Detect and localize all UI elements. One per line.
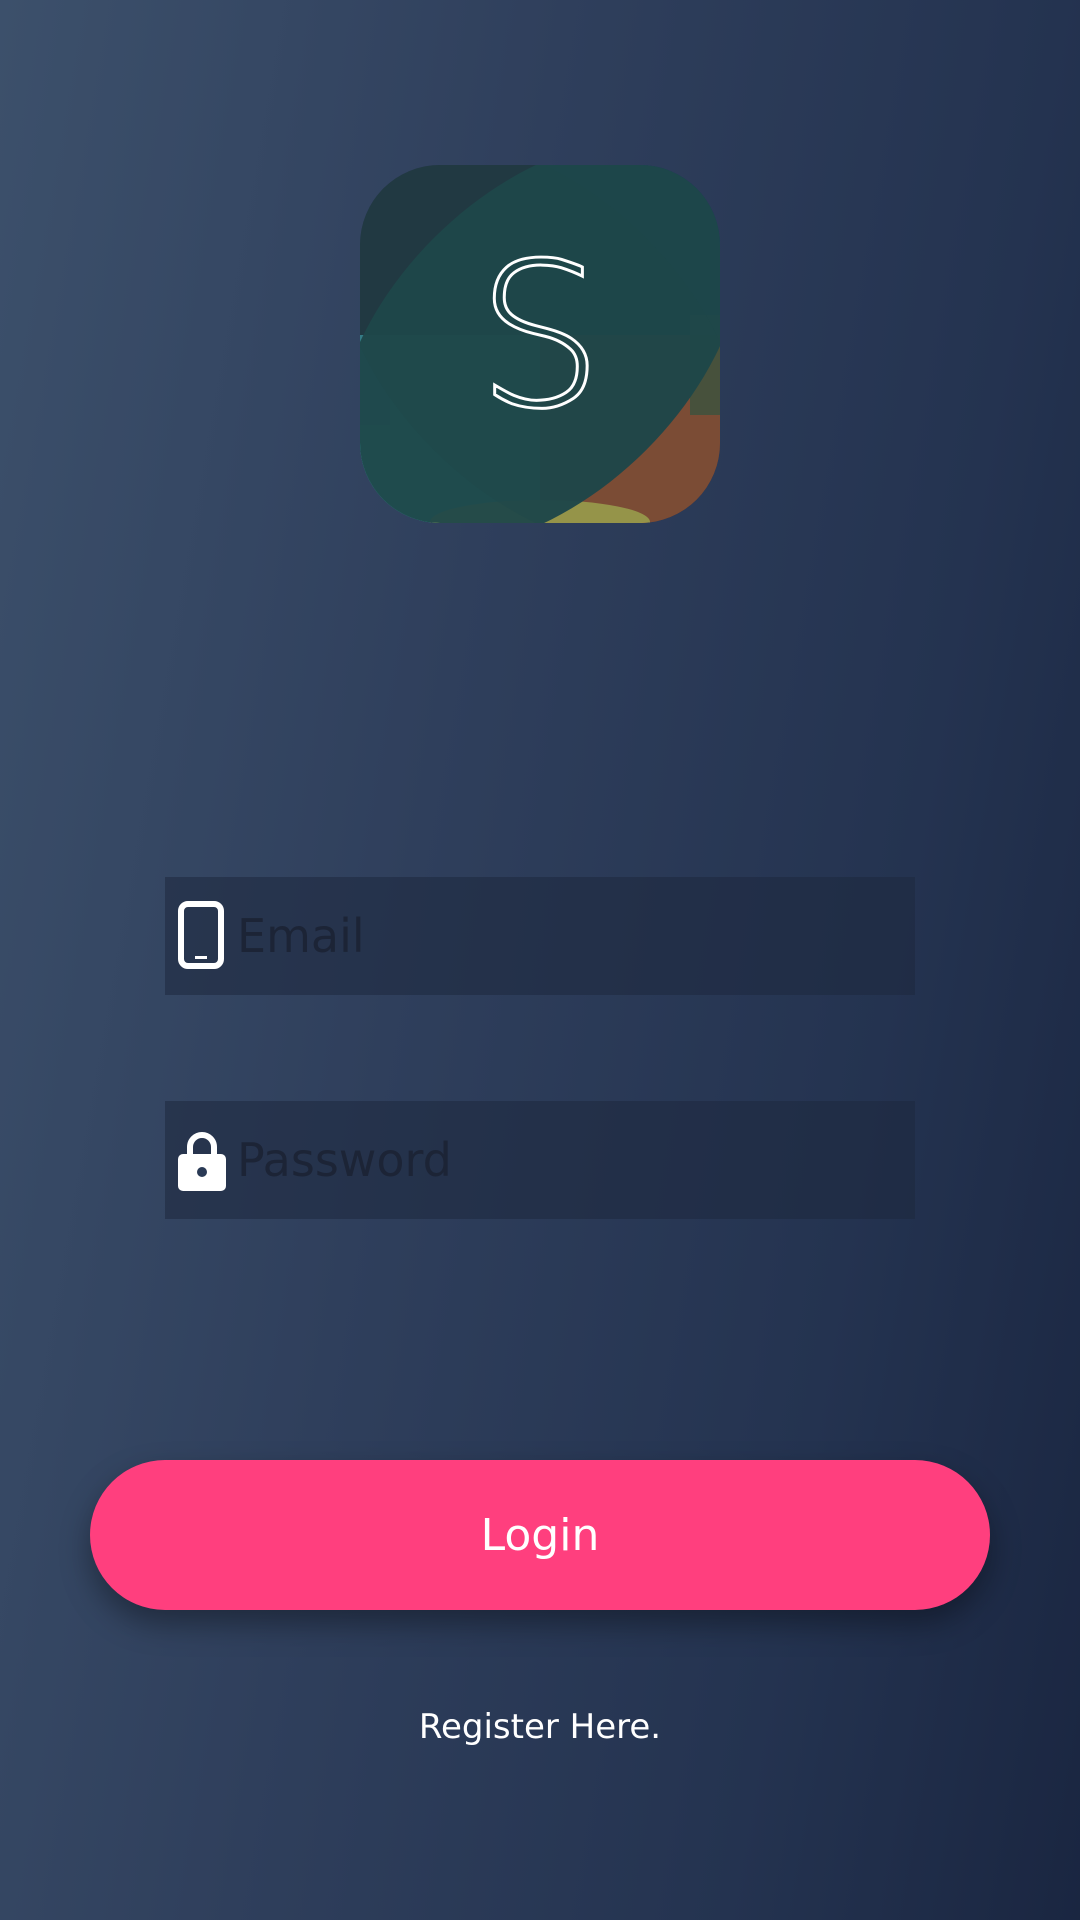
lock-icon bbox=[178, 1132, 226, 1191]
login-button[interactable]: Login bbox=[90, 1460, 990, 1610]
password-field[interactable] bbox=[237, 1101, 897, 1219]
email-field-container[interactable] bbox=[165, 877, 915, 995]
logo-letter: S bbox=[477, 221, 604, 454]
email-field[interactable] bbox=[237, 877, 897, 995]
app-logo-icon: S bbox=[360, 165, 720, 523]
register-link[interactable]: Register Here. bbox=[0, 1707, 1080, 1747]
password-field-container[interactable] bbox=[165, 1101, 915, 1219]
app-logo: S bbox=[360, 165, 720, 523]
phone-icon bbox=[178, 901, 224, 969]
